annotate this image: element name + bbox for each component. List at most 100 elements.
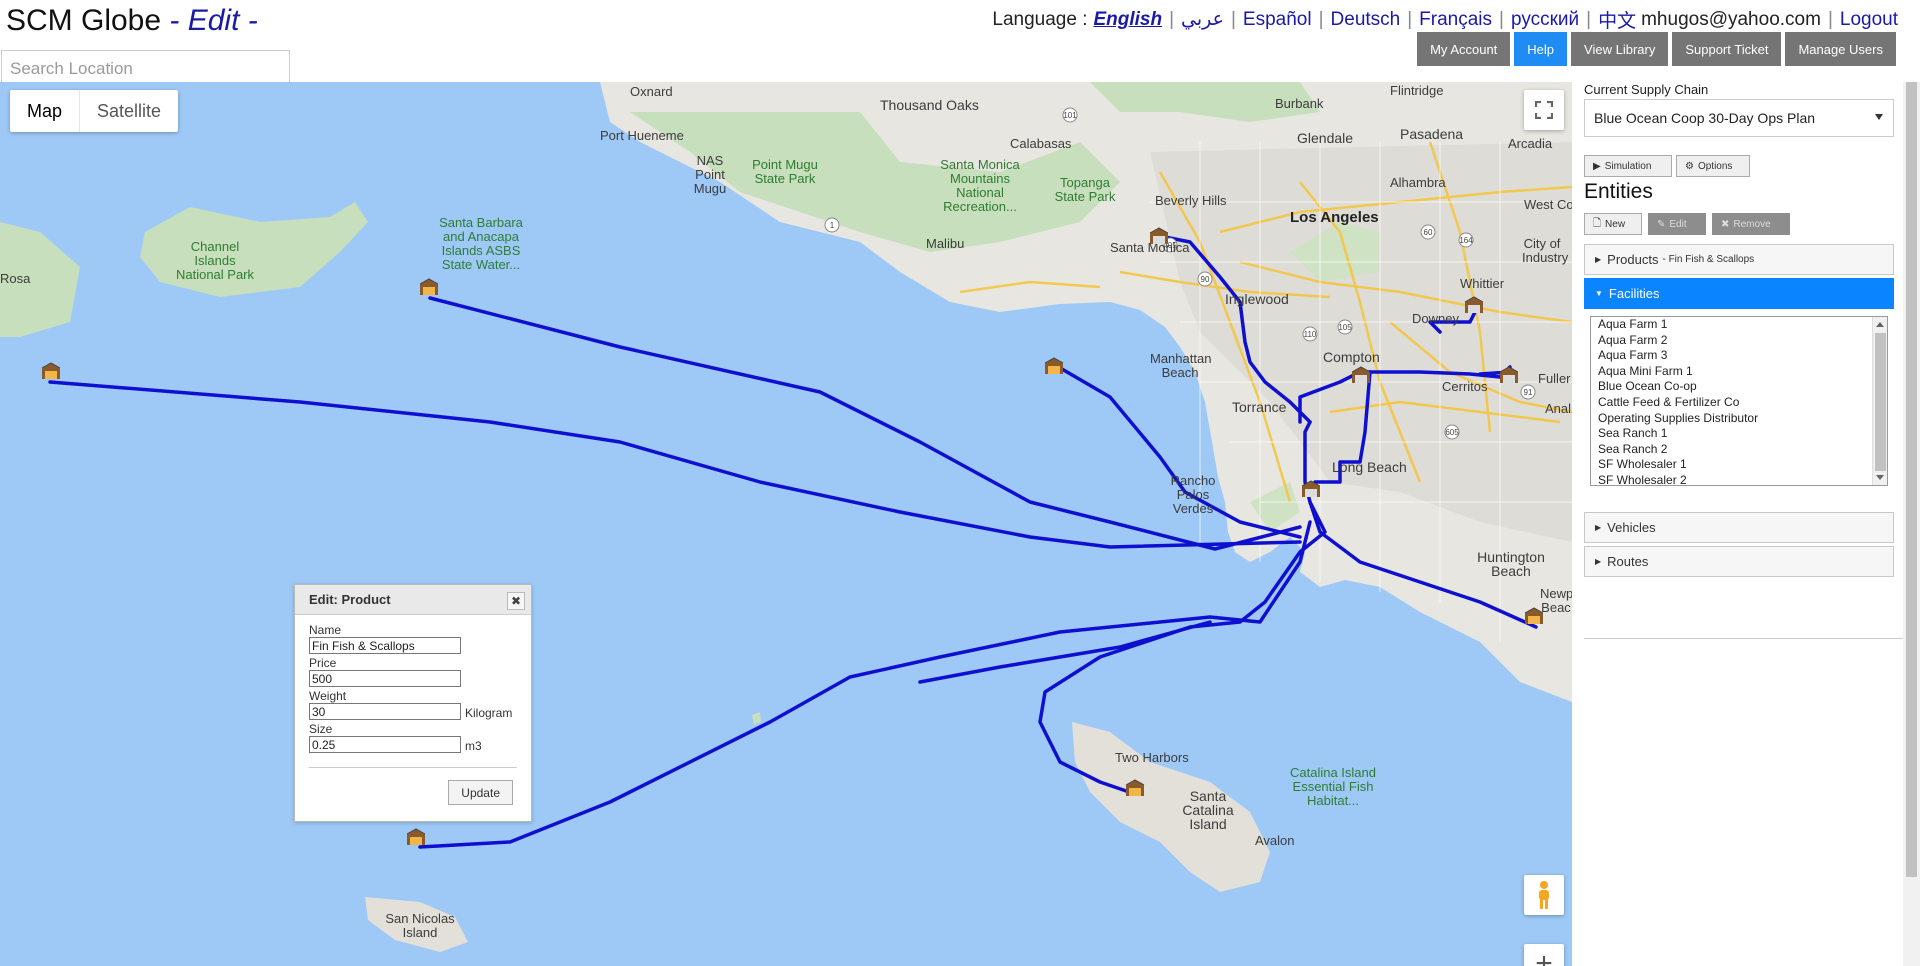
map-label: Burbank — [1275, 96, 1324, 111]
remove-entity-button[interactable]: ✖ Remove — [1712, 213, 1790, 235]
lang-english[interactable]: English — [1093, 9, 1162, 31]
shield-label: 110 — [1304, 330, 1317, 339]
simulation-button[interactable]: ▶ Simulation — [1584, 155, 1672, 177]
map-label: Pasadena — [1400, 126, 1464, 142]
map-label: Santa Catalina Island — [1182, 788, 1234, 832]
weight-field[interactable] — [309, 703, 461, 720]
map-label: San Nicolas Island — [385, 911, 455, 940]
routes-label: Routes — [1607, 554, 1649, 569]
map-label: Point Mugu State Park — [752, 157, 818, 186]
facility-marker[interactable] — [1350, 364, 1372, 386]
map-label: Santa Barbara and Anacapa Islands ASBS S… — [439, 215, 523, 272]
map-label: Port Hueneme — [600, 128, 684, 143]
list-item[interactable]: Sea Ranch 1 — [1591, 426, 1887, 442]
options-label: Options — [1697, 160, 1733, 172]
chevron-down-icon — [1875, 114, 1883, 120]
facility-listbox[interactable]: Aqua Farm 1 Aqua Farm 2 Aqua Farm 3 Aqua… — [1590, 316, 1888, 486]
scrollbar-thumb[interactable] — [1906, 82, 1917, 877]
map-label: Malibu — [926, 236, 965, 251]
my-account-button[interactable]: My Account — [1417, 32, 1511, 66]
manage-users-button[interactable]: Manage Users — [1785, 32, 1896, 66]
facility-marker[interactable] — [40, 360, 62, 382]
top-buttons: My Account Help View Library Support Tic… — [1417, 32, 1896, 66]
lang-german[interactable]: Deutsch — [1331, 9, 1401, 31]
listbox-scrollbar[interactable] — [1872, 317, 1887, 485]
lang-russian[interactable]: русский — [1511, 9, 1579, 31]
separator: | — [1499, 8, 1504, 30]
new-label: New — [1605, 218, 1626, 230]
facility-marker[interactable] — [405, 826, 427, 848]
lang-french[interactable]: Français — [1419, 9, 1492, 31]
name-label: Name — [309, 623, 342, 637]
map-label: Manhattan Beach — [1150, 351, 1212, 380]
separator: | — [1827, 8, 1833, 30]
pegman-icon — [1539, 881, 1549, 909]
map-label: Glendale — [1297, 130, 1354, 146]
help-button[interactable]: Help — [1514, 32, 1568, 66]
list-item[interactable]: Aqua Farm 1 — [1591, 317, 1887, 333]
support-ticket-button[interactable]: Support Ticket — [1672, 32, 1782, 66]
facility-marker[interactable] — [1043, 355, 1065, 377]
products-sub-label: - Fin Fish & Scallops — [1662, 254, 1755, 265]
facility-marker[interactable] — [1124, 777, 1146, 799]
separator: | — [1586, 8, 1592, 30]
price-label: Price — [309, 656, 337, 670]
products-section-header[interactable]: ▶ Products - Fin Fish & Scallops — [1584, 244, 1894, 275]
vehicles-label: Vehicles — [1607, 520, 1656, 535]
facility-marker[interactable] — [1148, 225, 1170, 247]
map-label: Rancho Palos Verdes — [1170, 473, 1216, 516]
list-item[interactable]: Aqua Farm 2 — [1591, 333, 1887, 349]
list-item[interactable]: Aqua Farm 3 — [1591, 348, 1887, 364]
map-label: Topanga State Park — [1054, 175, 1116, 204]
name-field[interactable] — [309, 637, 461, 654]
list-item[interactable]: Operating Supplies Distributor — [1591, 411, 1887, 427]
app-title: SCM Globe - Edit - — [6, 4, 258, 38]
facilities-section-header[interactable]: ▼ Facilities — [1584, 278, 1894, 309]
supply-chain-select[interactable]: Blue Ocean Coop 30-Day Ops Plan — [1584, 99, 1894, 137]
list-item[interactable]: SF Wholesaler 2 — [1591, 473, 1887, 485]
vehicles-section-header[interactable]: ▶ Vehicles — [1584, 512, 1894, 543]
caret-right-icon: ▶ — [1595, 557, 1602, 566]
scrollbar-thumb[interactable] — [1875, 333, 1886, 471]
new-entity-button[interactable]: 🗋 New — [1584, 213, 1642, 235]
lang-arabic[interactable]: عربي — [1181, 8, 1224, 31]
mode-label: - Edit - — [169, 4, 258, 37]
scroll-down-icon[interactable] — [1876, 475, 1884, 480]
facility-marker[interactable] — [1463, 294, 1485, 316]
street-view-pegman-button[interactable] — [1524, 875, 1564, 915]
map-label: Thousand Oaks — [880, 97, 979, 113]
map-canvas[interactable]: 101 405 1 110 105 605 91 90 164 60 Oxnar… — [0, 82, 1572, 966]
list-item[interactable]: SF Wholesaler 1 — [1591, 457, 1887, 473]
list-item[interactable]: Aqua Mini Farm 1 — [1591, 364, 1887, 380]
map-type-map-button[interactable]: Map — [10, 90, 81, 132]
edit-entity-button[interactable]: ✎ Edit — [1648, 213, 1706, 235]
page-scrollbar[interactable] — [1903, 82, 1920, 966]
lang-chinese[interactable]: 中文 — [1598, 6, 1636, 33]
logout-link[interactable]: Logout — [1840, 9, 1898, 31]
map-label: Arcadia — [1508, 136, 1553, 151]
fullscreen-button[interactable] — [1524, 90, 1564, 130]
facility-marker[interactable] — [1300, 478, 1322, 500]
facility-marker[interactable] — [1523, 605, 1545, 627]
list-item[interactable]: Cattle Feed & Fertilizer Co — [1591, 395, 1887, 411]
routes-section-header[interactable]: ▶ Routes — [1584, 546, 1894, 577]
facility-marker[interactable] — [418, 276, 440, 298]
view-library-button[interactable]: View Library — [1571, 32, 1669, 66]
lang-spanish[interactable]: Español — [1243, 9, 1312, 31]
update-button[interactable]: Update — [448, 780, 513, 805]
size-unit: m3 — [465, 738, 482, 753]
price-field[interactable] — [309, 670, 461, 687]
map-label: Torrance — [1232, 399, 1287, 415]
options-button[interactable]: ⚙ Options — [1676, 155, 1750, 177]
zoom-in-button[interactable]: + — [1524, 944, 1564, 966]
list-item[interactable]: Blue Ocean Co-op — [1591, 379, 1887, 395]
close-icon[interactable]: ✖ — [507, 592, 525, 610]
scroll-up-icon[interactable] — [1876, 322, 1884, 327]
list-item[interactable]: Sea Ranch 2 — [1591, 442, 1887, 458]
facility-marker[interactable] — [1498, 364, 1520, 386]
size-field[interactable] — [309, 736, 461, 753]
map-type-satellite-button[interactable]: Satellite — [80, 90, 178, 132]
map-label: Calabasas — [1010, 136, 1072, 151]
facilities-label: Facilities — [1608, 286, 1660, 301]
weight-unit: Kilogram — [465, 705, 513, 720]
